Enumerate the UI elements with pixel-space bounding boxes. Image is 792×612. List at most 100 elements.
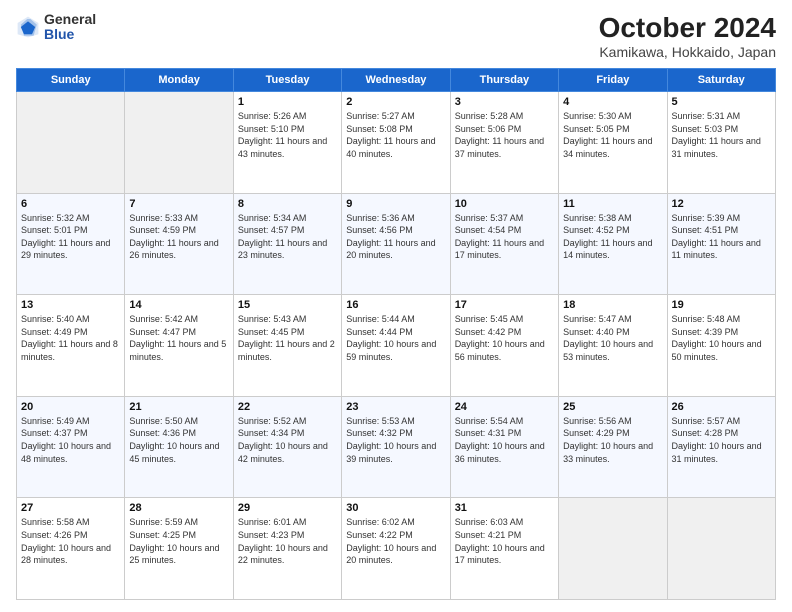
- logo-general: General: [44, 12, 96, 27]
- day-info: Sunrise: 5:27 AMSunset: 5:08 PMDaylight:…: [346, 110, 445, 160]
- day-info: Sunrise: 5:36 AMSunset: 4:56 PMDaylight:…: [346, 212, 445, 262]
- day-info: Sunrise: 5:26 AMSunset: 5:10 PMDaylight:…: [238, 110, 337, 160]
- day-info: Sunrise: 5:38 AMSunset: 4:52 PMDaylight:…: [563, 212, 662, 262]
- logo-text: General Blue: [44, 12, 96, 43]
- day-cell: [559, 498, 667, 600]
- day-number: 19: [672, 299, 771, 311]
- day-cell: 8 Sunrise: 5:34 AMSunset: 4:57 PMDaylight…: [233, 193, 341, 295]
- day-info: Sunrise: 5:59 AMSunset: 4:25 PMDaylight:…: [129, 516, 228, 566]
- day-number: 12: [672, 198, 771, 210]
- day-info: Sunrise: 5:31 AMSunset: 5:03 PMDaylight:…: [672, 110, 771, 160]
- day-cell: 7 Sunrise: 5:33 AMSunset: 4:59 PMDaylight…: [125, 193, 233, 295]
- day-number: 14: [129, 299, 228, 311]
- day-number: 4: [563, 96, 662, 108]
- day-cell: 12Sunrise: 5:39 AMSunset: 4:51 PMDayligh…: [667, 193, 775, 295]
- day-cell: [667, 498, 775, 600]
- day-number: 27: [21, 502, 120, 514]
- day-cell: [125, 92, 233, 194]
- day-cell: 5 Sunrise: 5:31 AMSunset: 5:03 PMDaylight…: [667, 92, 775, 194]
- day-cell: 28 Sunrise: 5:59 AMSunset: 4:25 PMDayligh…: [125, 498, 233, 600]
- day-number: 31: [455, 502, 554, 514]
- day-cell: 15 Sunrise: 5:43 AMSunset: 4:45 PMDayligh…: [233, 295, 341, 397]
- day-cell: 16Sunrise: 5:44 AMSunset: 4:44 PMDayligh…: [342, 295, 450, 397]
- day-info: Sunrise: 5:57 AMSunset: 4:28 PMDaylight:…: [672, 415, 771, 465]
- day-number: 26: [672, 401, 771, 413]
- day-cell: 2 Sunrise: 5:27 AMSunset: 5:08 PMDaylight…: [342, 92, 450, 194]
- day-header-thursday: Thursday: [450, 69, 558, 92]
- day-number: 5: [672, 96, 771, 108]
- header-row: SundayMondayTuesdayWednesdayThursdayFrid…: [17, 69, 776, 92]
- day-info: Sunrise: 6:03 AMSunset: 4:21 PMDaylight:…: [455, 516, 554, 566]
- day-number: 15: [238, 299, 337, 311]
- day-number: 13: [21, 299, 120, 311]
- day-cell: [17, 92, 125, 194]
- week-row-2: 13 Sunrise: 5:40 AMSunset: 4:49 PMDayligh…: [17, 295, 776, 397]
- day-header-monday: Monday: [125, 69, 233, 92]
- day-info: Sunrise: 5:56 AMSunset: 4:29 PMDaylight:…: [563, 415, 662, 465]
- day-header-tuesday: Tuesday: [233, 69, 341, 92]
- day-cell: 1 Sunrise: 5:26 AMSunset: 5:10 PMDaylight…: [233, 92, 341, 194]
- day-info: Sunrise: 5:45 AMSunset: 4:42 PMDaylight:…: [455, 313, 554, 363]
- day-cell: 21 Sunrise: 5:50 AMSunset: 4:36 PMDayligh…: [125, 396, 233, 498]
- day-number: 22: [238, 401, 337, 413]
- day-info: Sunrise: 5:32 AMSunset: 5:01 PMDaylight:…: [21, 212, 120, 262]
- day-cell: 14 Sunrise: 5:42 AMSunset: 4:47 PMDayligh…: [125, 295, 233, 397]
- week-row-3: 20 Sunrise: 5:49 AMSunset: 4:37 PMDayligh…: [17, 396, 776, 498]
- day-number: 3: [455, 96, 554, 108]
- day-info: Sunrise: 5:43 AMSunset: 4:45 PMDaylight:…: [238, 313, 337, 363]
- day-info: Sunrise: 5:34 AMSunset: 4:57 PMDaylight:…: [238, 212, 337, 262]
- day-header-friday: Friday: [559, 69, 667, 92]
- day-cell: 27 Sunrise: 5:58 AMSunset: 4:26 PMDayligh…: [17, 498, 125, 600]
- day-number: 1: [238, 96, 337, 108]
- day-number: 25: [563, 401, 662, 413]
- day-info: Sunrise: 5:42 AMSunset: 4:47 PMDaylight:…: [129, 313, 228, 363]
- day-info: Sunrise: 5:49 AMSunset: 4:37 PMDaylight:…: [21, 415, 120, 465]
- day-number: 10: [455, 198, 554, 210]
- day-number: 7: [129, 198, 228, 210]
- logo-blue: Blue: [44, 27, 96, 42]
- day-info: Sunrise: 5:33 AMSunset: 4:59 PMDaylight:…: [129, 212, 228, 262]
- day-cell: 19 Sunrise: 5:48 AMSunset: 4:39 PMDayligh…: [667, 295, 775, 397]
- day-info: Sunrise: 5:58 AMSunset: 4:26 PMDaylight:…: [21, 516, 120, 566]
- day-info: Sunrise: 5:30 AMSunset: 5:05 PMDaylight:…: [563, 110, 662, 160]
- day-info: Sunrise: 5:54 AMSunset: 4:31 PMDaylight:…: [455, 415, 554, 465]
- day-info: Sunrise: 5:28 AMSunset: 5:06 PMDaylight:…: [455, 110, 554, 160]
- day-cell: 9 Sunrise: 5:36 AMSunset: 4:56 PMDaylight…: [342, 193, 450, 295]
- day-cell: 26 Sunrise: 5:57 AMSunset: 4:28 PMDayligh…: [667, 396, 775, 498]
- day-number: 21: [129, 401, 228, 413]
- calendar-subtitle: Kamikawa, Hokkaido, Japan: [599, 44, 776, 60]
- day-number: 20: [21, 401, 120, 413]
- day-info: Sunrise: 5:47 AMSunset: 4:40 PMDaylight:…: [563, 313, 662, 363]
- day-number: 23: [346, 401, 445, 413]
- day-info: Sunrise: 5:48 AMSunset: 4:39 PMDaylight:…: [672, 313, 771, 363]
- day-cell: 22Sunrise: 5:52 AMSunset: 4:34 PMDayligh…: [233, 396, 341, 498]
- day-number: 17: [455, 299, 554, 311]
- day-cell: 18 Sunrise: 5:47 AMSunset: 4:40 PMDayligh…: [559, 295, 667, 397]
- day-cell: 25 Sunrise: 5:56 AMSunset: 4:29 PMDayligh…: [559, 396, 667, 498]
- day-number: 9: [346, 198, 445, 210]
- day-cell: 11 Sunrise: 5:38 AMSunset: 4:52 PMDayligh…: [559, 193, 667, 295]
- day-cell: 23Sunrise: 5:53 AMSunset: 4:32 PMDayligh…: [342, 396, 450, 498]
- week-row-0: 1 Sunrise: 5:26 AMSunset: 5:10 PMDaylight…: [17, 92, 776, 194]
- day-cell: 31 Sunrise: 6:03 AMSunset: 4:21 PMDayligh…: [450, 498, 558, 600]
- day-number: 29: [238, 502, 337, 514]
- day-number: 18: [563, 299, 662, 311]
- day-info: Sunrise: 5:40 AMSunset: 4:49 PMDaylight:…: [21, 313, 120, 363]
- day-cell: 17 Sunrise: 5:45 AMSunset: 4:42 PMDayligh…: [450, 295, 558, 397]
- calendar-table: SundayMondayTuesdayWednesdayThursdayFrid…: [16, 68, 776, 600]
- day-number: 2: [346, 96, 445, 108]
- logo-icon: [16, 15, 40, 39]
- day-cell: 29Sunrise: 6:01 AMSunset: 4:23 PMDayligh…: [233, 498, 341, 600]
- day-info: Sunrise: 6:02 AMSunset: 4:22 PMDaylight:…: [346, 516, 445, 566]
- day-cell: 10Sunrise: 5:37 AMSunset: 4:54 PMDayligh…: [450, 193, 558, 295]
- day-number: 30: [346, 502, 445, 514]
- week-row-4: 27 Sunrise: 5:58 AMSunset: 4:26 PMDayligh…: [17, 498, 776, 600]
- day-number: 28: [129, 502, 228, 514]
- day-cell: 24Sunrise: 5:54 AMSunset: 4:31 PMDayligh…: [450, 396, 558, 498]
- day-number: 8: [238, 198, 337, 210]
- page: General Blue October 2024 Kamikawa, Hokk…: [0, 0, 792, 612]
- day-info: Sunrise: 5:50 AMSunset: 4:36 PMDaylight:…: [129, 415, 228, 465]
- day-header-sunday: Sunday: [17, 69, 125, 92]
- day-number: 11: [563, 198, 662, 210]
- week-row-1: 6Sunrise: 5:32 AMSunset: 5:01 PMDaylight…: [17, 193, 776, 295]
